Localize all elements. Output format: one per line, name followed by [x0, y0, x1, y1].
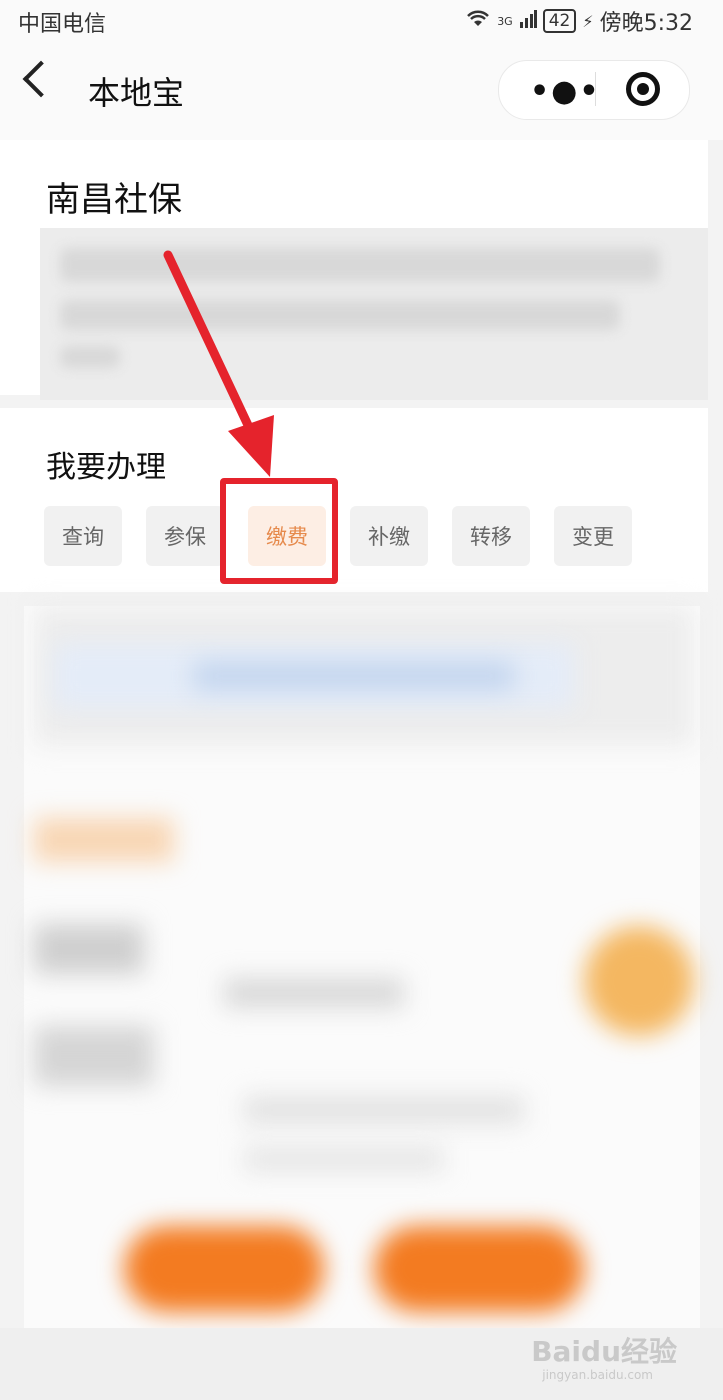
- page-title: 南昌社保: [46, 180, 182, 220]
- section-title: 我要办理: [46, 450, 166, 485]
- annotation-arrow-icon: [163, 250, 274, 477]
- highlight-box: [220, 478, 338, 584]
- action-chip-change[interactable]: 变更: [554, 506, 632, 566]
- action-chip-query[interactable]: 查询: [44, 506, 122, 566]
- action-chip-transfer[interactable]: 转移: [452, 506, 530, 566]
- action-chip-enroll[interactable]: 参保: [146, 506, 224, 566]
- blurred-content: [40, 228, 708, 400]
- nav-title: 本地宝: [88, 74, 185, 112]
- network-label: 3G: [497, 14, 513, 28]
- status-time: 傍晚5:32: [599, 11, 693, 36]
- watermark-logo: Baidu经验: [531, 1335, 677, 1368]
- more-icon[interactable]: •●•: [530, 74, 601, 109]
- wifi-icon: [465, 8, 491, 34]
- battery-icon: 42: [542, 9, 577, 33]
- watermark-url: jingyan.baidu.com: [542, 1368, 653, 1382]
- status-indicators: 3G 42 ⚡ 傍晚5:32: [465, 5, 693, 37]
- blurred-lower-content: [24, 606, 700, 1400]
- target-icon[interactable]: [626, 72, 660, 106]
- charging-icon: ⚡: [582, 11, 594, 31]
- capsule-divider: [595, 72, 596, 106]
- action-chip-backpay[interactable]: 补缴: [350, 506, 428, 566]
- signal-icon: [519, 9, 537, 34]
- carrier-label: 中国电信: [18, 12, 107, 37]
